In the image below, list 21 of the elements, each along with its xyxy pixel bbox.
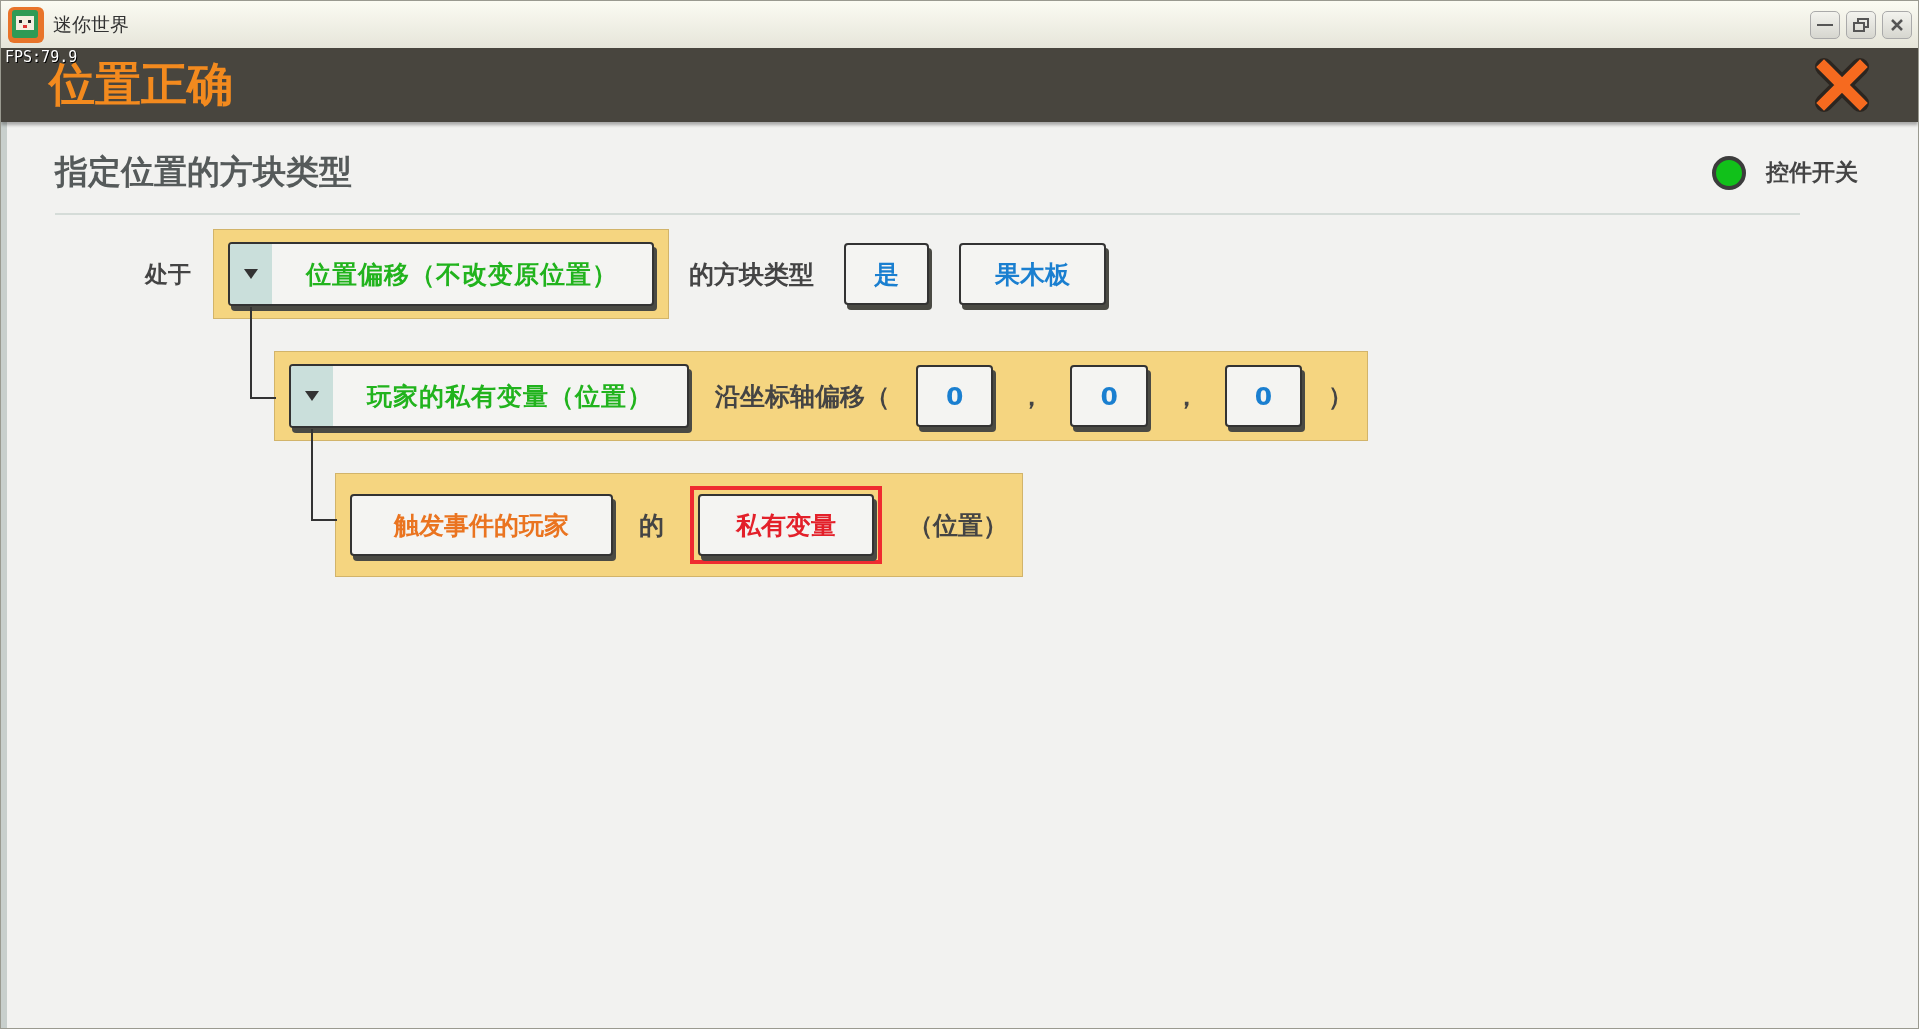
block-text: ， [1173, 380, 1199, 413]
close-icon [1890, 17, 1904, 32]
dropdown-triangle-icon [243, 268, 259, 280]
statement-lead: 处于 [145, 259, 192, 289]
toggle-label: 控件开关 [1766, 158, 1858, 187]
app-icon [7, 5, 45, 44]
close-button[interactable] [1814, 57, 1870, 113]
minimize-button[interactable] [1810, 10, 1840, 39]
block-text: 沿坐标轴偏移（ [715, 380, 890, 413]
block-text: 的 [639, 509, 664, 542]
block-text: （位置） [908, 509, 1008, 542]
block-text: 的方块类型 [689, 258, 814, 291]
block-text: ， [1019, 380, 1045, 413]
close-button[interactable] [1882, 10, 1912, 39]
block-text: ） [1328, 380, 1354, 413]
restore-button[interactable] [1846, 10, 1876, 39]
dropdown-triangle-icon [304, 390, 320, 402]
section-title: 指定位置的方块类型 [55, 151, 352, 193]
window-title: 迷你世界 [53, 11, 129, 37]
toggle-indicator[interactable] [1712, 155, 1746, 190]
restore-icon [1853, 17, 1869, 32]
